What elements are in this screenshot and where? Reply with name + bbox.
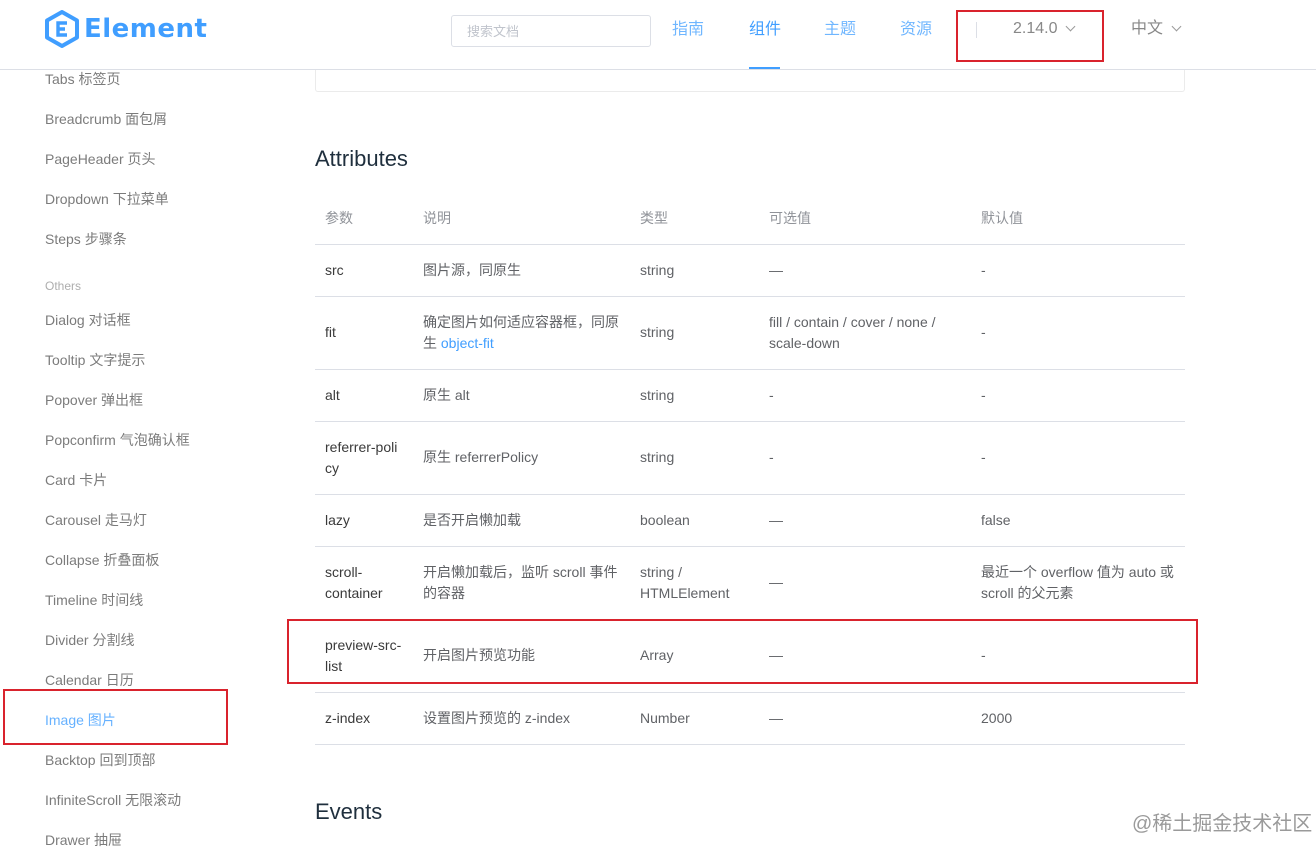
cell-desc: 确定图片如何适应容器框，同原生 object-fit xyxy=(413,296,630,370)
cell-param: fit xyxy=(315,296,413,370)
cell-param: alt xyxy=(315,369,413,422)
sidebar-group-others: Others xyxy=(45,279,82,293)
top-header: Element 指南 组件 主题 资源 2.14.0 中文 xyxy=(0,0,1316,70)
cell-type: boolean xyxy=(630,494,759,547)
attributes-heading: Attributes xyxy=(315,146,408,171)
nav-resource[interactable]: 资源 xyxy=(900,20,932,40)
sidebar-item-timeline[interactable]: Timeline 时间线 xyxy=(45,591,143,609)
sidebar-item-calendar[interactable]: Calendar 日历 xyxy=(45,671,134,689)
cell-options: - xyxy=(759,369,971,422)
cell-type: Number xyxy=(630,692,759,745)
cell-param: lazy xyxy=(315,494,413,547)
sidebar-item-popover[interactable]: Popover 弹出框 xyxy=(45,391,143,409)
cell-type: string xyxy=(630,369,759,422)
cell-desc: 是否开启懒加载 xyxy=(413,494,630,547)
cell-options: — xyxy=(759,244,971,297)
sidebar-nav: Tabs 标签页 Breadcrumb 面包屑 PageHeader 页头 Dr… xyxy=(0,70,260,857)
sidebar-item-image[interactable]: Image 图片 xyxy=(45,711,116,729)
cell-options: - xyxy=(759,421,971,495)
cell-options: fill / contain / cover / none / scale-do… xyxy=(759,296,971,370)
attributes-table: 参数 说明 类型 可选值 默认值 src 图片源，同原生 string — - … xyxy=(315,192,1185,745)
sidebar-item-drawer[interactable]: Drawer 抽屉 xyxy=(45,831,122,849)
sidebar-item-breadcrumb[interactable]: Breadcrumb 面包屑 xyxy=(45,110,167,128)
nav-divider xyxy=(976,22,977,38)
table-row: scroll-container 开启懒加载后，监听 scroll 事件的容器 … xyxy=(315,546,1185,620)
nav-component[interactable]: 组件 xyxy=(749,20,781,40)
sidebar-item-carousel[interactable]: Carousel 走马灯 xyxy=(45,511,147,529)
cell-param: scroll-container xyxy=(315,546,413,620)
sidebar-item-tooltip[interactable]: Tooltip 文字提示 xyxy=(45,351,145,369)
version-dropdown[interactable]: 2.14.0 xyxy=(1013,19,1076,39)
col-header-default: 默认值 xyxy=(971,192,1185,245)
cell-default: - xyxy=(971,619,1185,693)
cell-options: — xyxy=(759,619,971,693)
cell-param: z-index xyxy=(315,692,413,745)
object-fit-link[interactable]: object-fit xyxy=(441,335,494,351)
active-nav-indicator xyxy=(749,67,780,69)
logo-text: Element xyxy=(84,14,208,44)
col-header-type: 类型 xyxy=(630,192,759,245)
cell-desc: 设置图片预览的 z-index xyxy=(413,692,630,745)
cell-type: string xyxy=(630,244,759,297)
cell-options: — xyxy=(759,494,971,547)
sidebar-item-tabs[interactable]: Tabs 标签页 xyxy=(45,70,120,88)
cell-param: src xyxy=(315,244,413,297)
sidebar-item-collapse[interactable]: Collapse 折叠面板 xyxy=(45,551,159,569)
language-label: 中文 xyxy=(1131,20,1164,37)
cell-param: preview-src-list xyxy=(315,619,413,693)
cell-default: - xyxy=(971,369,1185,422)
events-heading: Events xyxy=(315,799,383,824)
cell-type: string xyxy=(630,421,759,495)
cell-param: referrer-policy xyxy=(315,421,413,495)
table-header-row: 参数 说明 类型 可选值 默认值 xyxy=(315,192,1185,245)
table-row: alt 原生 alt string - - xyxy=(315,369,1185,422)
table-row: z-index 设置图片预览的 z-index Number — 2000 xyxy=(315,692,1185,745)
col-header-param: 参数 xyxy=(315,192,413,245)
col-header-desc: 说明 xyxy=(413,192,630,245)
chevron-down-icon xyxy=(1066,21,1076,32)
cell-desc: 图片源，同原生 xyxy=(413,244,630,297)
table-row: referrer-policy 原生 referrerPolicy string… xyxy=(315,421,1185,495)
watermark-text: @稀土掘金技术社区 xyxy=(1132,813,1313,835)
cell-type: string / HTMLElement xyxy=(630,546,759,620)
cell-default: false xyxy=(971,494,1185,547)
cell-default: 最近一个 overflow 值为 auto 或 scroll 的父元素 xyxy=(971,546,1185,620)
sidebar-item-infinitescroll[interactable]: InfiniteScroll 无限滚动 xyxy=(45,791,181,809)
cell-default: - xyxy=(971,296,1185,370)
cell-default: 2000 xyxy=(971,692,1185,745)
element-logo[interactable]: Element xyxy=(44,10,207,48)
cell-desc: 开启图片预览功能 xyxy=(413,619,630,693)
search-input[interactable] xyxy=(451,15,651,47)
cell-options: — xyxy=(759,546,971,620)
col-header-options: 可选值 xyxy=(759,192,971,245)
chevron-down-icon xyxy=(1171,21,1182,32)
table-row: lazy 是否开启懒加载 boolean — false xyxy=(315,494,1185,547)
language-dropdown[interactable]: 中文 xyxy=(1131,19,1182,39)
table-row: fit 确定图片如何适应容器框，同原生 object-fit string fi… xyxy=(315,296,1185,370)
sidebar-item-divider[interactable]: Divider 分割线 xyxy=(45,631,134,649)
nav-theme[interactable]: 主题 xyxy=(824,20,856,40)
sidebar-item-backtop[interactable]: Backtop 回到顶部 xyxy=(45,751,155,769)
cell-default: - xyxy=(971,244,1185,297)
sidebar-item-card[interactable]: Card 卡片 xyxy=(45,471,107,489)
sidebar-item-popconfirm[interactable]: Popconfirm 气泡确认框 xyxy=(45,431,190,449)
element-logo-icon xyxy=(45,10,79,48)
cell-options: — xyxy=(759,692,971,745)
nav-guide[interactable]: 指南 xyxy=(672,20,704,40)
sidebar-item-dropdown[interactable]: Dropdown 下拉菜单 xyxy=(45,190,169,208)
table-row: src 图片源，同原生 string — - xyxy=(315,244,1185,297)
cell-type: Array xyxy=(630,619,759,693)
sidebar-item-pageheader[interactable]: PageHeader 页头 xyxy=(45,150,156,168)
cell-type: string xyxy=(630,296,759,370)
cell-default: - xyxy=(971,421,1185,495)
table-row: preview-src-list 开启图片预览功能 Array — - xyxy=(315,619,1185,693)
cell-desc: 原生 alt xyxy=(413,369,630,422)
version-label: 2.14.0 xyxy=(1013,20,1058,37)
cell-desc: 原生 referrerPolicy xyxy=(413,421,630,495)
sidebar-item-steps[interactable]: Steps 步骤条 xyxy=(45,230,127,248)
sidebar-item-dialog[interactable]: Dialog 对话框 xyxy=(45,311,131,329)
cell-desc: 开启懒加载后，监听 scroll 事件的容器 xyxy=(413,546,630,620)
